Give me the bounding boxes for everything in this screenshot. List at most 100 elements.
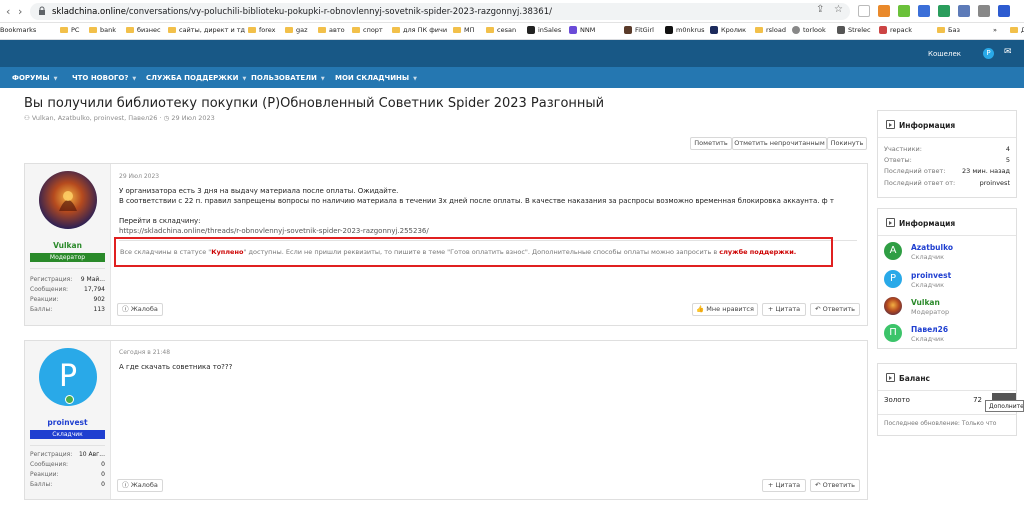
nav-users[interactable]: ПОЛЬЗОВАТЕЛИ ▼ <box>251 74 325 82</box>
reply-button[interactable]: ↶ Ответить <box>810 479 860 492</box>
user-avatar[interactable]: P <box>983 48 994 59</box>
back-icon[interactable]: ‹ <box>6 5 10 18</box>
url-field[interactable]: skladchina.online/conversations/vy-poluc… <box>30 3 850 20</box>
bell-icon[interactable]: ✉ <box>1004 47 1012 57</box>
clock-icon: ◷ <box>163 114 170 122</box>
participant[interactable]: Vulkan Модератор <box>884 297 1014 319</box>
nav-my-skladchiny[interactable]: МОИ СКЛАДЧИНЫ ▼ <box>335 74 417 82</box>
participant[interactable]: P proinvest Складчик <box>884 270 1014 292</box>
username[interactable]: Vulkan <box>25 241 110 250</box>
folder-icon <box>755 27 763 33</box>
post-date[interactable]: 29 Июл 2023 <box>119 173 159 180</box>
username[interactable]: proinvest <box>25 418 110 427</box>
online-status-icon <box>65 395 74 404</box>
participant-name[interactable]: Vulkan <box>911 298 940 307</box>
participant-name[interactable]: Павел26 <box>911 325 948 334</box>
avatar[interactable]: П <box>884 324 902 342</box>
message-user: Vulkan Модератор Регистрация: 9 Май... Со… <box>25 164 111 325</box>
bookmark-item[interactable]: спорт <box>352 26 383 34</box>
site-icon <box>665 26 673 34</box>
extension-icon[interactable] <box>878 5 890 17</box>
chevron-down-icon: ▼ <box>242 76 247 82</box>
divider <box>878 235 1016 236</box>
bookmark-item[interactable]: m0nkrus <box>665 26 705 34</box>
participant[interactable]: П Павел26 Складчик <box>884 324 1014 346</box>
avatar[interactable] <box>39 171 97 229</box>
bookmark-item[interactable]: rsload <box>755 26 786 34</box>
report-button[interactable]: ⓘ Жалоба <box>117 303 163 316</box>
user-stat: Реакции: 902 <box>30 296 105 303</box>
bookmark-item[interactable]: для ПК фичи <box>392 26 447 34</box>
extension-icon[interactable] <box>858 5 870 17</box>
mark-button[interactable]: Пометить <box>690 137 732 150</box>
message-text: В соответствии с 22 п. правил запрещены … <box>119 197 834 205</box>
support-link[interactable]: службе поддержки. <box>719 248 796 256</box>
extension-icon[interactable] <box>918 5 930 17</box>
site-icon <box>837 26 845 34</box>
folder-icon <box>318 27 326 33</box>
bookmark-item[interactable]: Strelec <box>837 26 871 34</box>
bookmark-item[interactable]: NNM <box>569 26 595 34</box>
folder-icon <box>285 27 293 33</box>
extension-icon[interactable] <box>938 5 950 17</box>
thread-meta: ⚇ Vulkan, Azatbulko, proinvest, Павел26 … <box>24 114 215 122</box>
participant-role: Складчик <box>911 335 945 343</box>
extension-icon[interactable] <box>998 5 1010 17</box>
nav-whats-new[interactable]: ЧТО НОВОГО? ▼ <box>72 74 136 82</box>
bookmark-item[interactable]: FitGirl <box>624 26 654 34</box>
nav-forums[interactable]: ФОРУМЫ ▼ <box>12 74 58 82</box>
leave-button[interactable]: Покинуть <box>827 137 867 150</box>
bookmark-item[interactable]: авто <box>318 26 345 34</box>
bookmark-item[interactable]: сайты, директ и тд <box>168 26 245 34</box>
expand-icon <box>886 120 895 129</box>
bookmark-item[interactable]: Bookmarks <box>0 26 36 34</box>
extension-icon[interactable] <box>958 5 970 17</box>
extension-icon[interactable] <box>978 5 990 17</box>
reply-icon: ↶ <box>815 305 821 313</box>
mark-unread-button[interactable]: Отметить непрочитанным <box>732 137 827 150</box>
like-button[interactable]: 👍 Мне нравится <box>692 303 758 316</box>
share-icon[interactable]: ⇪ <box>816 4 824 15</box>
bookmark-item[interactable]: forex <box>248 26 276 34</box>
expand-icon <box>886 218 895 227</box>
user-title-badge: Складчик <box>30 430 105 439</box>
avatar[interactable]: P <box>884 270 902 288</box>
wallet-link[interactable]: Кошелек <box>928 50 961 58</box>
divider <box>30 268 105 269</box>
quote-button[interactable]: + Цитата <box>762 303 806 316</box>
bookmark-item[interactable]: cesan <box>486 26 516 34</box>
bookmarks-overflow[interactable]: » <box>993 26 997 34</box>
bookmark-item[interactable]: gaz <box>285 26 308 34</box>
star-icon[interactable]: ☆ <box>834 4 843 15</box>
bookmark-item[interactable]: repack <box>879 26 912 34</box>
user-stat: Регистрация: 9 Май... <box>30 276 105 283</box>
participant-name[interactable]: Azatbulko <box>911 243 953 252</box>
thread-link[interactable]: https://skladchina.online/threads/r-obno… <box>119 227 429 235</box>
nav-support[interactable]: СЛУЖБА ПОДДЕРЖКИ ▼ <box>146 74 246 82</box>
bookmark-item[interactable]: МП <box>453 26 475 34</box>
bookmark-item[interactable]: bank <box>89 26 116 34</box>
extension-icon[interactable] <box>898 5 910 17</box>
avatar[interactable] <box>884 297 902 315</box>
bookmark-item[interactable]: inSales <box>527 26 561 34</box>
bookmark-item[interactable]: PC <box>60 26 79 34</box>
bookmark-item[interactable]: Д <box>1010 26 1024 34</box>
quote-button[interactable]: + Цитата <box>762 479 806 492</box>
bookmark-item[interactable]: бизнес <box>126 26 161 34</box>
forward-icon[interactable]: › <box>18 5 22 18</box>
bookmark-item[interactable]: Баз <box>937 26 960 34</box>
reply-button[interactable]: ↶ Ответить <box>810 303 860 316</box>
reply-icon: ↶ <box>815 481 821 489</box>
lock-icon <box>39 6 45 15</box>
bookmark-item[interactable]: torlook <box>792 26 826 34</box>
avatar[interactable]: A <box>884 242 902 260</box>
folder-icon <box>392 27 400 33</box>
report-button[interactable]: ⓘ Жалоба <box>117 479 163 492</box>
participant[interactable]: A Azatbulko Складчик <box>884 242 1014 264</box>
bookmark-item[interactable]: Кролик <box>710 26 746 34</box>
user-stat: Сообщения: 0 <box>30 461 105 468</box>
chevron-down-icon: ▼ <box>320 76 325 82</box>
participant-name[interactable]: proinvest <box>911 271 951 280</box>
post-date[interactable]: Сегодня в 21:48 <box>119 349 170 356</box>
site-header <box>0 40 1024 67</box>
